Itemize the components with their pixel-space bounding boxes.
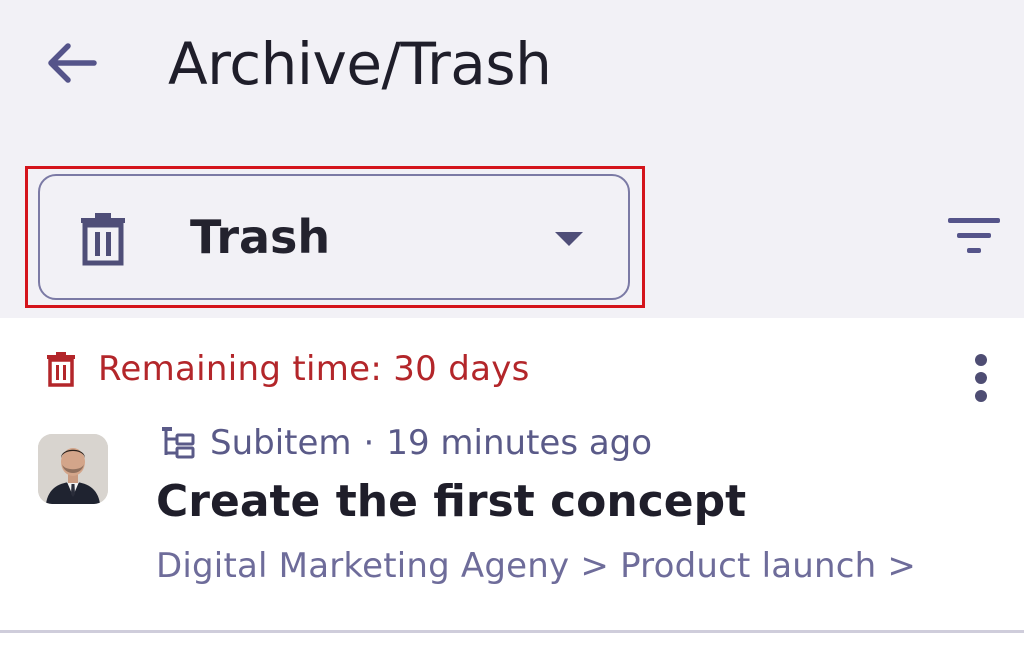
page-title: Archive/Trash [168,30,552,98]
subitem-icon [162,427,195,459]
item-title: Create the first concept [156,476,747,527]
list-bottom [0,633,1024,653]
remaining-time-text: Remaining time: 30 days [98,349,530,389]
item-time-ago: 19 minutes ago [386,423,653,463]
remaining-time-row: Remaining time: 30 days [46,344,530,394]
toolbar: Trash [0,130,1024,318]
breadcrumb: Digital Marketing Ageny > Product launch… [156,546,917,586]
arrow-left-icon [48,43,97,83]
back-button[interactable] [38,30,104,96]
trash-archive-dropdown[interactable]: Trash [38,174,630,300]
dropdown-selected-label: Trash [190,210,331,264]
meta-separator: · [363,423,375,463]
chevron-down-icon [555,232,583,246]
item-type-label: Subitem [210,423,352,463]
trash-icon [47,352,75,387]
more-options-button[interactable] [960,348,1004,408]
more-vert-icon-dot [975,390,987,402]
avatar-image [38,434,108,504]
filter-icon [948,218,1000,253]
trash-item-card[interactable]: Remaining time: 30 days Subitem · 19 min… [0,318,1024,630]
more-vert-icon-dot [975,372,987,384]
trash-icon [81,213,125,266]
item-meta: Subitem · 19 minutes ago [160,418,652,468]
more-vert-icon [975,354,987,366]
avatar[interactable] [38,434,108,504]
top-app-bar: Archive/Trash [0,0,1024,130]
filter-button[interactable] [938,206,1010,266]
